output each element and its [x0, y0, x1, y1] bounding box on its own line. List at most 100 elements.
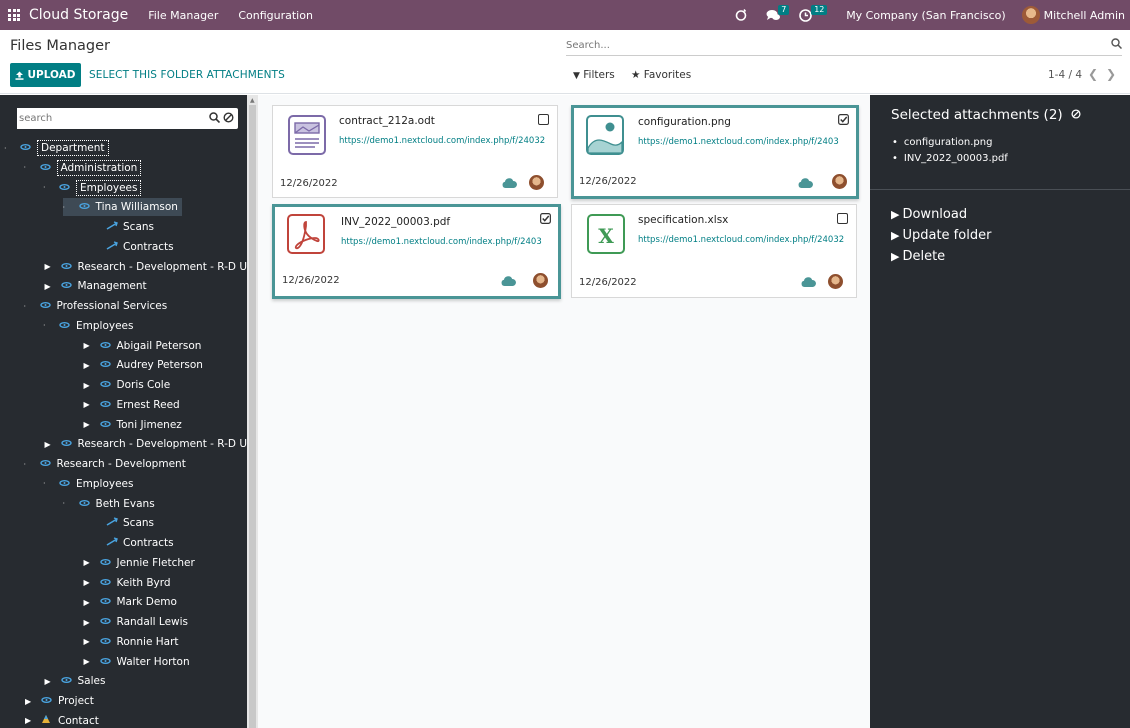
- tree-node[interactable]: · Professional Services: [24, 297, 168, 315]
- attachment-card[interactable]: INV_2022_00003.pdf https://demo1.nextclo…: [272, 204, 561, 299]
- tree-node[interactable]: · Tina Williamson: [62, 198, 182, 217]
- clear-selection-icon[interactable]: [1071, 109, 1081, 119]
- caret-right-icon[interactable]: ▶: [84, 618, 92, 627]
- tree-node[interactable]: ▶ Mark Demo: [63, 593, 177, 611]
- tree-node[interactable]: · Employees: [43, 475, 133, 493]
- tree-node[interactable]: ▶ Sales: [24, 672, 106, 690]
- attachment-name[interactable]: specification.xlsx: [638, 214, 728, 226]
- caret-right-icon[interactable]: ▶: [45, 262, 53, 271]
- caret-right-icon[interactable]: ▶: [25, 716, 33, 725]
- tree-node[interactable]: · Administration: [24, 159, 142, 177]
- favorites-dropdown[interactable]: ★ Favorites: [631, 69, 691, 81]
- attachment-name[interactable]: contract_212a.odt: [339, 115, 435, 127]
- caret-right-icon[interactable]: ▶: [84, 637, 92, 646]
- tree-node[interactable]: ▶ Audrey Peterson: [63, 356, 203, 374]
- tree-node[interactable]: ▶ Toni Jimenez: [63, 416, 182, 434]
- caret-open-icon[interactable]: ·: [43, 321, 51, 330]
- caret-right-icon[interactable]: ▶: [84, 381, 92, 390]
- caret-right-icon[interactable]: ▶: [45, 282, 53, 291]
- caret-open-icon[interactable]: ·: [63, 499, 71, 508]
- user-avatar[interactable]: [1021, 6, 1040, 24]
- activity-clock-icon[interactable]: 12: [799, 4, 828, 22]
- tree-node[interactable]: ▶ Research - Development - R-D USA: [24, 435, 248, 453]
- tree-node[interactable]: ▶ Ernest Reed: [63, 396, 180, 414]
- caret-right-icon[interactable]: ▶: [84, 558, 92, 567]
- upload-button[interactable]: UPLOAD: [10, 63, 81, 87]
- tree-node[interactable]: ▶ Keith Byrd: [63, 574, 171, 592]
- tree-node[interactable]: ▶ Walter Horton: [63, 653, 190, 671]
- clear-icon[interactable]: [223, 112, 234, 123]
- caret-open-icon[interactable]: ·: [24, 460, 32, 469]
- caret-open-icon[interactable]: ·: [43, 479, 51, 488]
- scrollbar-thumb[interactable]: [249, 105, 256, 728]
- delete-action[interactable]: ▶ Delete: [891, 249, 945, 264]
- caret-right-icon[interactable]: ▶: [45, 440, 53, 449]
- tree-node[interactable]: ▶ Jennie Fletcher: [63, 554, 195, 572]
- caret-open-icon[interactable]: ·: [24, 302, 32, 311]
- tree-node[interactable]: ▶ Doris Cole: [63, 376, 171, 394]
- caret-open-icon[interactable]: ·: [4, 144, 12, 153]
- menu-configuration[interactable]: Configuration: [238, 9, 313, 22]
- caret-right-icon[interactable]: ▶: [84, 420, 92, 429]
- app-name[interactable]: Cloud Storage: [29, 7, 128, 23]
- attachment-card[interactable]: X specification.xlsx https://demo1.nextc…: [571, 204, 857, 298]
- tree-node[interactable]: · Research - Development: [24, 455, 186, 473]
- attachment-url[interactable]: https://demo1.nextcloud.com/index.php/f/…: [341, 237, 553, 247]
- caret-open-icon[interactable]: ·: [24, 163, 32, 172]
- owner-avatar[interactable]: [828, 274, 843, 289]
- tree-node[interactable]: Scans: [82, 514, 154, 532]
- search-input[interactable]: [566, 36, 1096, 54]
- update-folder-action[interactable]: ▶ Update folder: [891, 228, 991, 243]
- attachment-url[interactable]: https://demo1.nextcloud.com/index.php/f/…: [339, 136, 551, 146]
- apps-menu-icon[interactable]: [8, 9, 20, 21]
- tree-node[interactable]: ▶ Ronnie Hart: [63, 633, 179, 651]
- attachment-card[interactable]: configuration.png https://demo1.nextclou…: [571, 105, 859, 199]
- owner-avatar[interactable]: [533, 273, 548, 288]
- caret-right-icon[interactable]: ▶: [84, 400, 92, 409]
- attachment-url[interactable]: https://demo1.nextcloud.com/index.php/f/…: [638, 235, 850, 245]
- tree-node[interactable]: Contracts: [82, 238, 174, 256]
- caret-right-icon[interactable]: ▶: [84, 341, 92, 350]
- owner-avatar[interactable]: [529, 175, 544, 190]
- search-icon[interactable]: [209, 112, 220, 123]
- select-checkbox[interactable]: [837, 213, 848, 224]
- user-menu[interactable]: Mitchell Admin: [1044, 9, 1125, 22]
- pager-value[interactable]: 1-4 / 4: [1048, 69, 1082, 81]
- caret-open-icon[interactable]: ·: [63, 203, 71, 212]
- pager-previous-icon[interactable]: ❮: [1088, 67, 1098, 81]
- caret-right-icon[interactable]: ▶: [45, 677, 53, 686]
- panel-scrollbar[interactable]: ▲: [247, 95, 258, 728]
- caret-right-icon[interactable]: ▶: [84, 361, 92, 370]
- company-switcher[interactable]: My Company (San Francisco): [846, 9, 1005, 22]
- attachment-name[interactable]: INV_2022_00003.pdf: [341, 216, 450, 228]
- download-action[interactable]: ▶ Download: [891, 207, 967, 222]
- search-icon[interactable]: [1111, 38, 1122, 49]
- tree-node[interactable]: ▶ Research - Development - R-D USA - Lo: [24, 258, 248, 276]
- tree-node[interactable]: Scans: [82, 218, 154, 236]
- attachment-url[interactable]: https://demo1.nextcloud.com/index.php/f/…: [638, 137, 850, 147]
- tree-node[interactable]: · Employees: [43, 179, 142, 197]
- select-checkbox-checked[interactable]: [540, 213, 551, 224]
- select-checkbox[interactable]: [538, 114, 549, 125]
- owner-avatar[interactable]: [832, 174, 847, 189]
- tree-node[interactable]: · Beth Evans: [63, 495, 155, 513]
- messages-icon[interactable]: 7: [766, 4, 790, 22]
- caret-open-icon[interactable]: ·: [43, 183, 51, 192]
- tree-node[interactable]: ▶ Abigail Peterson: [63, 337, 202, 355]
- tree-node[interactable]: Contracts: [82, 534, 174, 552]
- attachment-card[interactable]: contract_212a.odt https://demo1.nextclou…: [272, 105, 558, 198]
- tree-node[interactable]: ▶ Project: [4, 692, 94, 710]
- pager-next-icon[interactable]: ❯: [1106, 67, 1116, 81]
- tree-node[interactable]: ▶ Randall Lewis: [63, 613, 189, 631]
- caret-right-icon[interactable]: ▶: [84, 578, 92, 587]
- menu-file-manager[interactable]: File Manager: [148, 9, 218, 22]
- tree-node[interactable]: ▶ Management: [24, 277, 147, 295]
- select-checkbox-checked[interactable]: [838, 114, 849, 125]
- tree-search-input[interactable]: [17, 108, 197, 129]
- tree-node[interactable]: · Employees: [43, 317, 133, 335]
- tree-node[interactable]: ▶ Contact: [4, 712, 99, 728]
- filters-dropdown[interactable]: ▼ Filters: [573, 69, 615, 81]
- caret-right-icon[interactable]: ▶: [25, 697, 33, 706]
- select-folder-attachments-button[interactable]: SELECT THIS FOLDER ATTACHMENTS: [89, 69, 285, 81]
- tree-node[interactable]: · Department: [4, 139, 109, 157]
